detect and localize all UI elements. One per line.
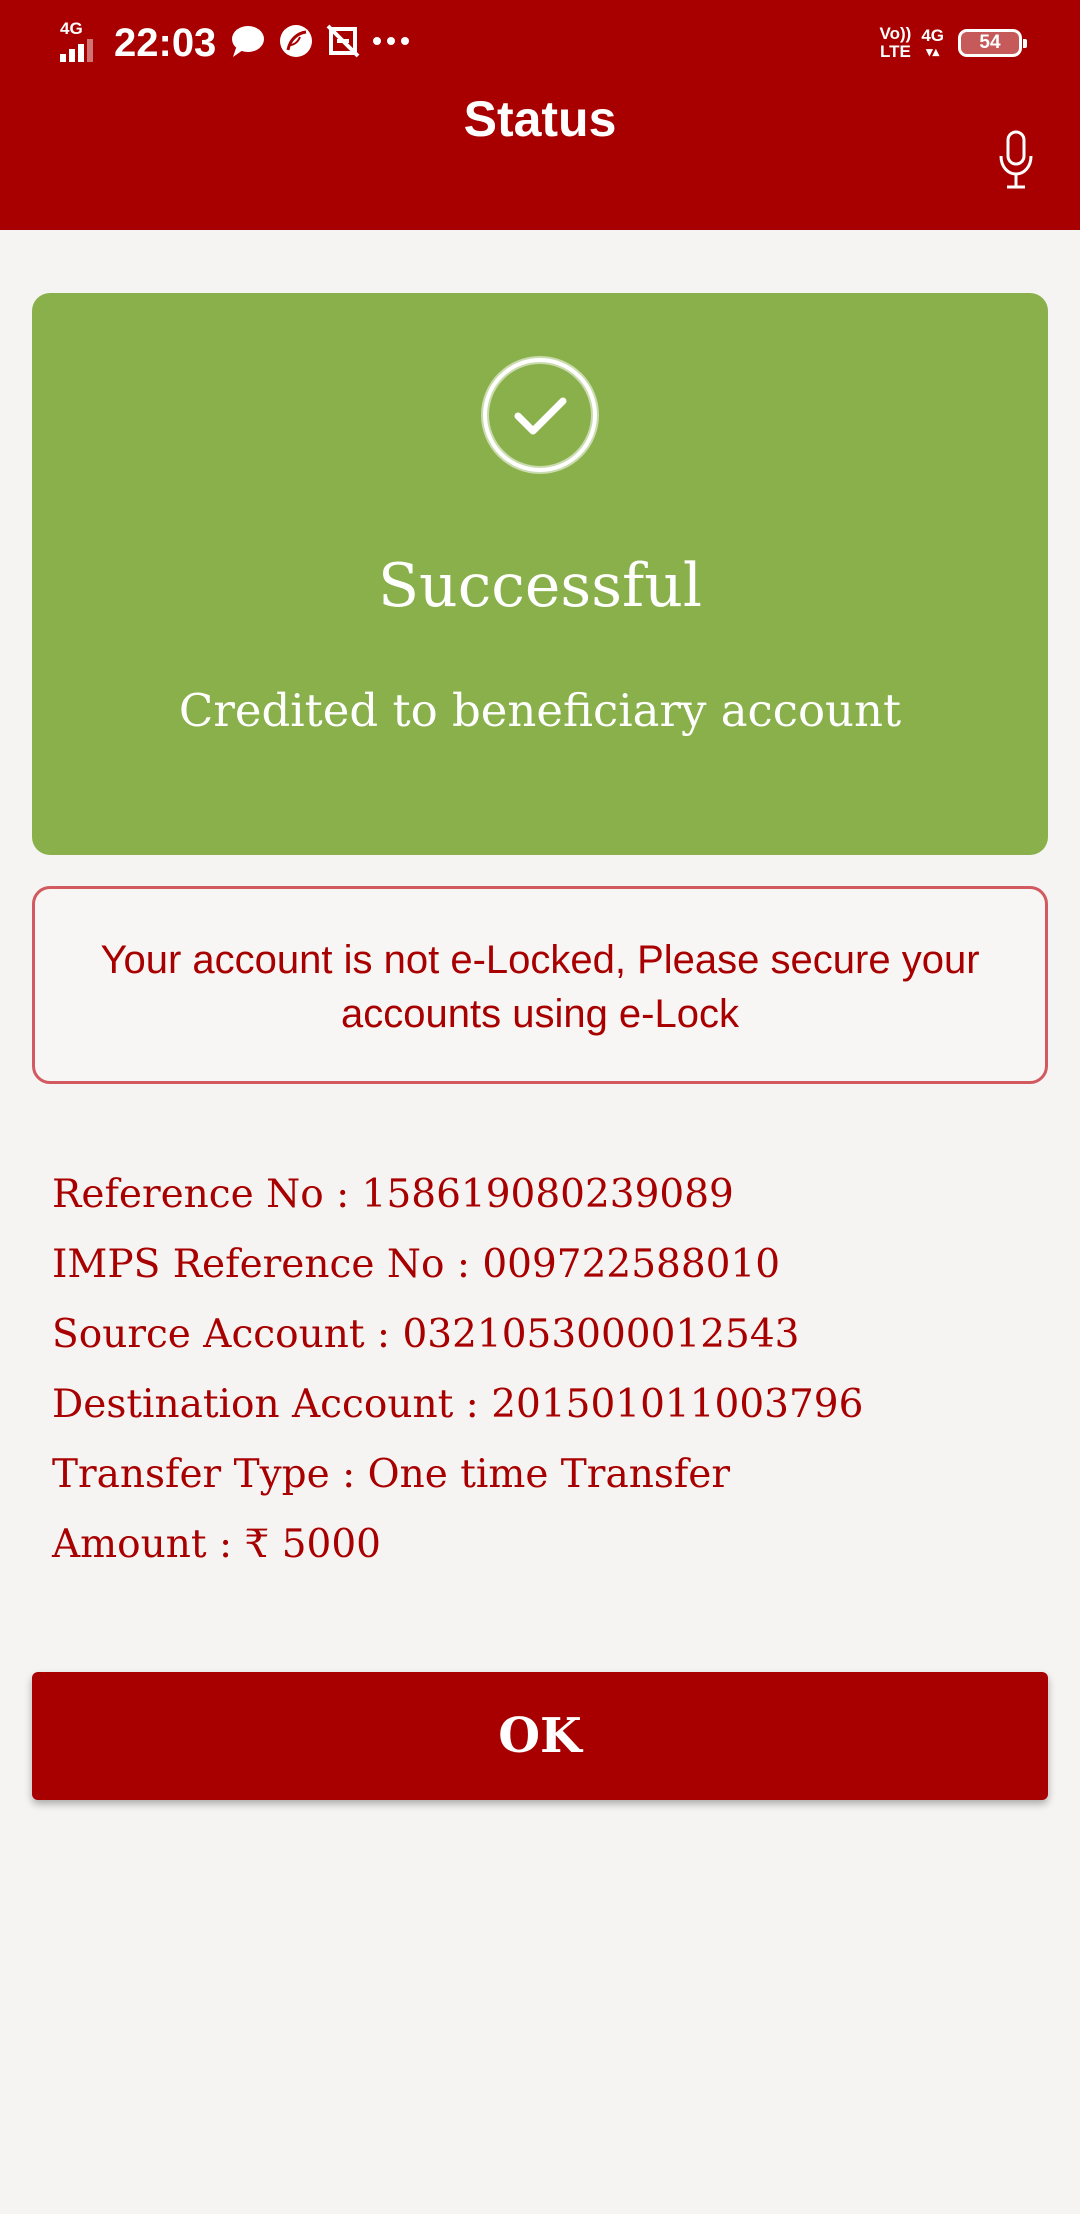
detail-value: 158619080239089 [361, 1172, 734, 1217]
success-card: Successful Credited to beneficiary accou… [32, 293, 1048, 855]
success-subtitle: Credited to beneficiary account [178, 684, 902, 737]
status-bar: 4G 22:03 Vo)) LTE 4G ▾▴ 54 [0, 0, 1080, 90]
detail-value: 0321053000012543 [402, 1312, 800, 1357]
detail-label: Transfer Type [52, 1452, 330, 1497]
detail-label: IMPS Reference No [52, 1242, 445, 1287]
volte-indicator: Vo)) LTE [879, 24, 912, 61]
screenshot-off-icon [326, 24, 360, 63]
status-bar-left: 4G 22:03 [58, 18, 422, 68]
elock-notice[interactable]: Your account is not e-Locked, Please sec… [32, 886, 1048, 1084]
detail-value: ₹ 5000 [244, 1522, 381, 1567]
app-header: 4G 22:03 Vo)) LTE 4G ▾▴ 54 Status [0, 0, 1080, 230]
leaf-app-icon [278, 23, 314, 64]
detail-destination-account: Destination Account : 201501011003796 [52, 1382, 864, 1427]
detail-value: 009722588010 [482, 1242, 781, 1287]
ok-button[interactable]: OK [32, 1672, 1048, 1800]
status-bar-right: Vo)) LTE 4G ▾▴ 54 [879, 22, 1027, 64]
detail-label: Amount [52, 1522, 207, 1567]
clock: 22:03 [114, 21, 217, 65]
check-circle-icon [480, 355, 600, 475]
transaction-details: Reference No : 158619080239089 IMPS Refe… [52, 1160, 1032, 1580]
detail-value: One time Transfer [367, 1452, 730, 1497]
detail-label: Source Account [52, 1312, 365, 1357]
detail-source-account: Source Account : 0321053000012543 [52, 1312, 800, 1357]
signal-strength-icon: 4G [58, 18, 102, 68]
success-title: Successful [377, 551, 703, 621]
detail-label: Destination Account [52, 1382, 454, 1427]
battery-level: 54 [979, 32, 1001, 53]
network-type: 4G [60, 19, 83, 38]
detail-value: 201501011003796 [491, 1382, 864, 1427]
page-title: Status [463, 91, 617, 147]
detail-label: Reference No [52, 1172, 324, 1217]
detail-reference-no: Reference No : 158619080239089 [52, 1172, 734, 1217]
detail-transfer-type: Transfer Type : One time Transfer [52, 1452, 730, 1497]
more-icon [372, 34, 410, 52]
mobile-data-indicator: 4G ▾▴ [921, 26, 944, 59]
detail-imps-reference-no: IMPS Reference No : 009722588010 [52, 1242, 781, 1287]
microphone-icon[interactable] [996, 130, 1036, 190]
message-icon [230, 24, 266, 63]
battery-icon: 54 [958, 29, 1027, 57]
elock-notice-text: Your account is not e-Locked, Please sec… [100, 938, 980, 1036]
detail-amount: Amount : ₹ 5000 [52, 1522, 381, 1567]
